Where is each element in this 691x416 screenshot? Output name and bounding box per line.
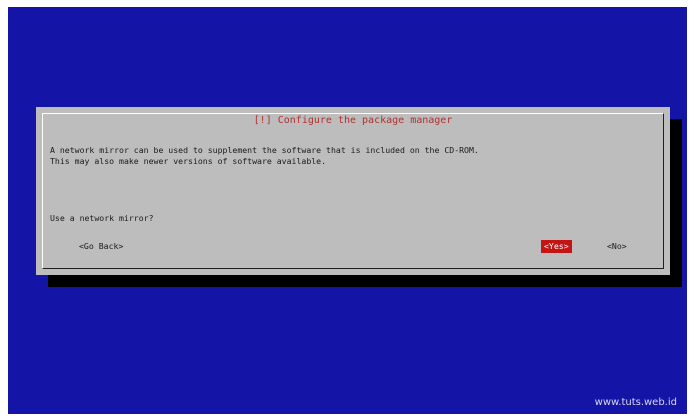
watermark: www.tuts.web.id [594, 397, 677, 408]
installer-screen: [!] Configure the package manager A netw… [8, 7, 687, 414]
dialog-message-line-1: A network mirror can be used to suppleme… [50, 145, 479, 155]
dialog-title-bar: [!] Configure the package manager [36, 108, 670, 127]
dialog-question: Use a network mirror? [50, 213, 154, 223]
dialog-title: [!] Configure the package manager [247, 115, 459, 127]
dialog-message-line-2: This may also make newer versions of sof… [50, 156, 327, 166]
configure-package-manager-dialog: [!] Configure the package manager A netw… [36, 107, 670, 275]
yes-button[interactable]: <Yes> [541, 240, 572, 253]
no-button[interactable]: <No> [606, 241, 628, 252]
go-back-button[interactable]: <Go Back> [78, 241, 124, 252]
